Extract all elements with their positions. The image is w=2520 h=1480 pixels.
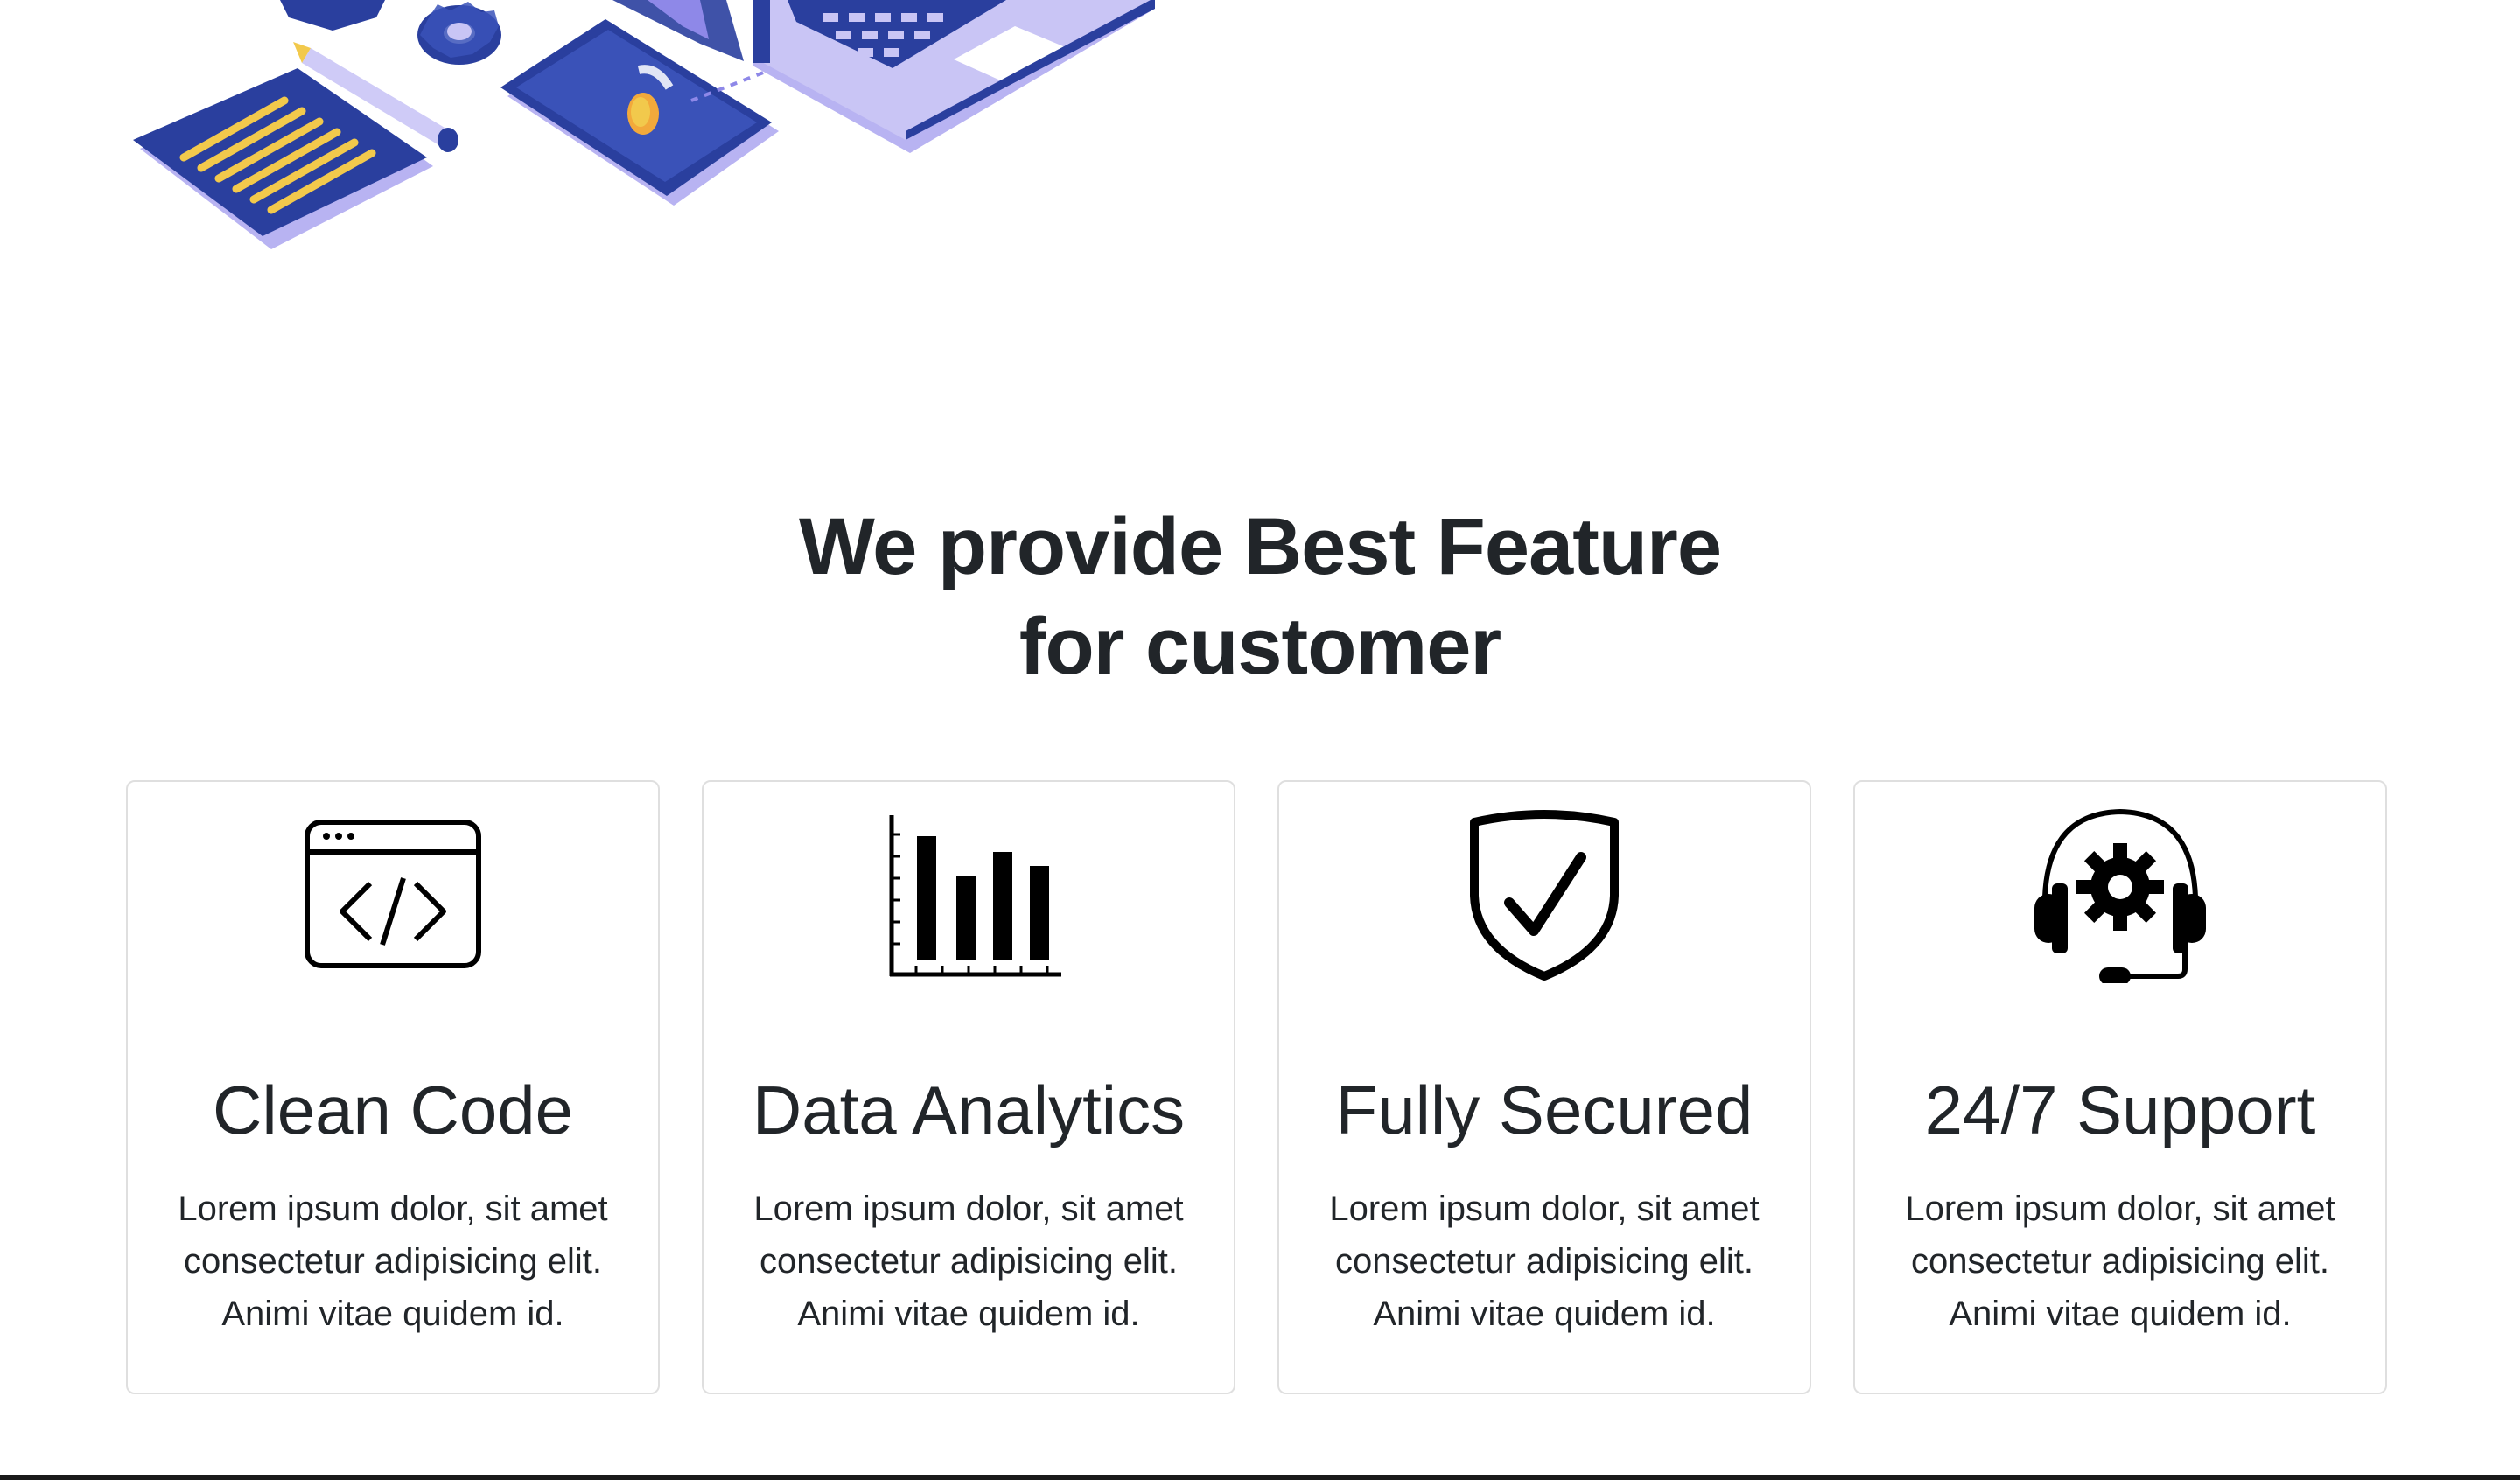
- feature-title: Fully Secured: [1335, 1072, 1754, 1148]
- feature-card-data-analytics: Data Analytics Lorem ipsum dolor, sit am…: [702, 780, 1236, 1394]
- feature-description: Lorem ipsum dolor, sit amet consectetur …: [1329, 1190, 1760, 1333]
- feature-card-clean-code: Clean Code Lorem ipsum dolor, sit amet c…: [126, 780, 660, 1394]
- shield-check-icon: [1470, 810, 1619, 981]
- feature-description: Lorem ipsum dolor, sit amet consectetur …: [178, 1190, 608, 1333]
- section-heading-line1: We provide Best Feature: [798, 502, 1722, 591]
- section-heading-line2: for customer: [1018, 602, 1502, 691]
- feature-description: Lorem ipsum dolor, sit amet consectetur …: [1905, 1190, 2335, 1333]
- laptop-illustration: [752, 0, 1155, 153]
- page-bottom-edge: [0, 1475, 2520, 1480]
- feature-card-support: 24/7 Support Lorem ipsum dolor, sit amet…: [1853, 780, 2387, 1394]
- feature-title: Data Analytics: [752, 1072, 1186, 1148]
- section-heading: We provide Best Feature for customer: [0, 497, 2520, 696]
- headset-gear-icon: [2034, 808, 2206, 983]
- feature-title: 24/7 Support: [1924, 1072, 2316, 1148]
- code-window-icon: [304, 820, 481, 968]
- feature-title: Clean Code: [213, 1072, 573, 1148]
- feature-card-fully-secured: Fully Secured Lorem ipsum dolor, sit ame…: [1278, 780, 1811, 1394]
- feature-cards: Clean Code Lorem ipsum dolor, sit amet c…: [126, 780, 2387, 1394]
- phone-illustration: [500, 0, 779, 206]
- hero-illustration: [133, 0, 1155, 249]
- feature-description: Lorem ipsum dolor, sit amet consectetur …: [753, 1190, 1184, 1333]
- bar-chart-icon: [889, 815, 1061, 977]
